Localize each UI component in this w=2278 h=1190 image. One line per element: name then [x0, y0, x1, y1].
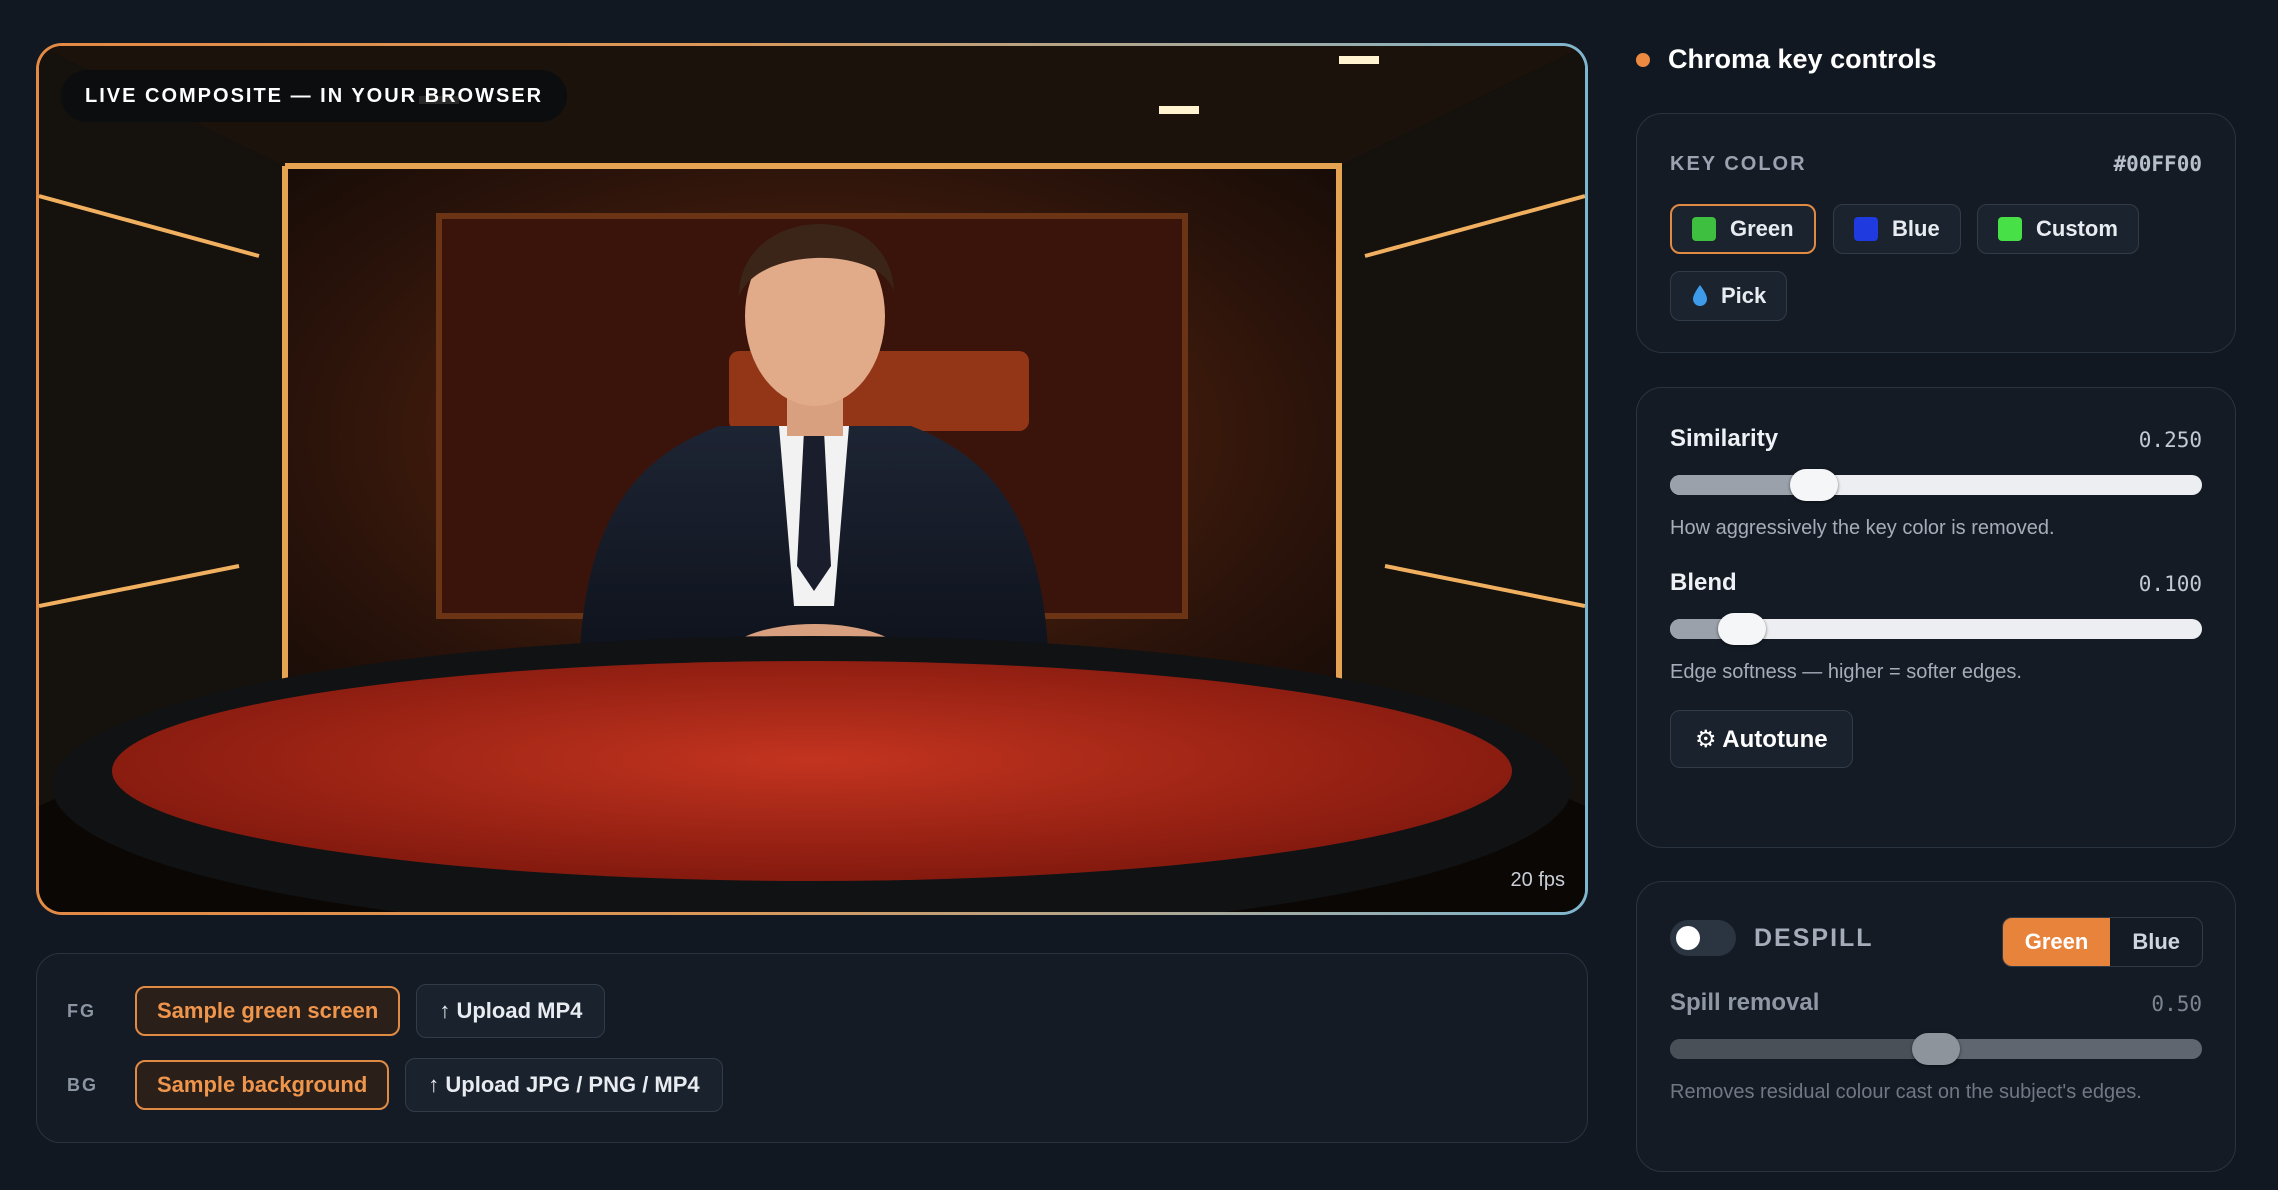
bg-source-row: BG Sample background ↑ Upload JPG / PNG … [67, 1058, 723, 1112]
source-panel: FG Sample green screen ↑ Upload MP4 BG S… [36, 953, 1588, 1143]
key-color-label: KEY COLOR [1670, 152, 1807, 175]
fg-source-row: FG Sample green screen ↑ Upload MP4 [67, 984, 606, 1038]
similarity-value: 0.250 [2138, 428, 2202, 452]
key-color-green-button[interactable]: Green [1670, 204, 1816, 254]
blend-slider-thumb[interactable] [1717, 613, 1766, 645]
similarity-label: Similarity [1670, 425, 1779, 452]
key-color-hex: #00FF00 [2113, 152, 2202, 176]
spill-removal-hint: Removes residual colour cast on the subj… [1670, 1081, 2142, 1103]
key-color-card: KEY COLOR #00FF00 Green Blue Custom Pick [1636, 113, 2236, 353]
key-color-blue-label: Blue [1892, 216, 1940, 241]
despill-label: DESPILL [1754, 924, 1874, 952]
status-dot [1636, 52, 1650, 67]
despill-toggle-knob [1676, 926, 1700, 950]
controls-heading: Chroma key controls [1636, 44, 1937, 75]
sample-background-button[interactable]: Sample background [135, 1060, 390, 1110]
despill-card: DESPILL Green Blue Spill removal 0.50 Re… [1636, 881, 2236, 1172]
fg-label: FG [67, 1000, 96, 1021]
pick-label: Pick [1721, 283, 1767, 308]
similarity-slider-track[interactable] [1670, 475, 2202, 495]
spill-removal-slider-fill [1670, 1039, 1936, 1059]
spill-removal-value: 0.50 [2151, 992, 2202, 1016]
spill-removal-slider-thumb[interactable] [1912, 1033, 1960, 1065]
pick-color-button[interactable]: Pick [1670, 271, 1788, 321]
despill-green-button[interactable]: Green [2002, 918, 2111, 966]
green-swatch [1692, 217, 1716, 241]
spill-removal-label: Spill removal [1670, 989, 1820, 1016]
despill-toggle[interactable] [1670, 920, 1736, 956]
key-color-custom-label: Custom [2036, 216, 2118, 241]
composite-preview: LIVE COMPOSITE — IN YOUR BROWSER 20 fps [36, 43, 1588, 915]
key-tuning-card: Similarity 0.250 How aggressively the ke… [1636, 387, 2236, 848]
bg-label: BG [67, 1074, 98, 1095]
live-composite-badge: LIVE COMPOSITE — IN YOUR BROWSER [61, 70, 568, 122]
despill-blue-button[interactable]: Blue [2110, 918, 2202, 966]
similarity-hint: How aggressively the key color is remove… [1670, 517, 2055, 539]
fps-counter: 20 fps [1510, 869, 1565, 891]
custom-swatch [1998, 217, 2022, 241]
upload-image-video-button[interactable]: ↑ Upload JPG / PNG / MP4 [405, 1058, 723, 1112]
composite-scene [39, 46, 1585, 912]
upload-mp4-button[interactable]: ↑ Upload MP4 [416, 984, 606, 1038]
key-color-blue-button[interactable]: Blue [1833, 204, 1961, 254]
blue-swatch [1854, 217, 1878, 241]
preview-stage: LIVE COMPOSITE — IN YOUR BROWSER 20 fps [39, 46, 1585, 912]
similarity-slider-thumb[interactable] [1789, 469, 1838, 501]
key-color-green-label: Green [1730, 216, 1794, 241]
blend-hint: Edge softness — higher = softer edges. [1670, 661, 2022, 683]
key-color-custom-button[interactable]: Custom [1977, 204, 2139, 254]
despill-mode-selector: Green Blue [2001, 917, 2203, 967]
autotune-button[interactable]: ⚙ Autotune [1670, 710, 1853, 768]
controls-title: Chroma key controls [1668, 44, 1937, 74]
blend-value: 0.100 [2138, 572, 2202, 596]
droplet-icon [1693, 285, 1707, 306]
sample-green-screen-button[interactable]: Sample green screen [135, 986, 401, 1036]
blend-label: Blend [1670, 569, 1737, 596]
